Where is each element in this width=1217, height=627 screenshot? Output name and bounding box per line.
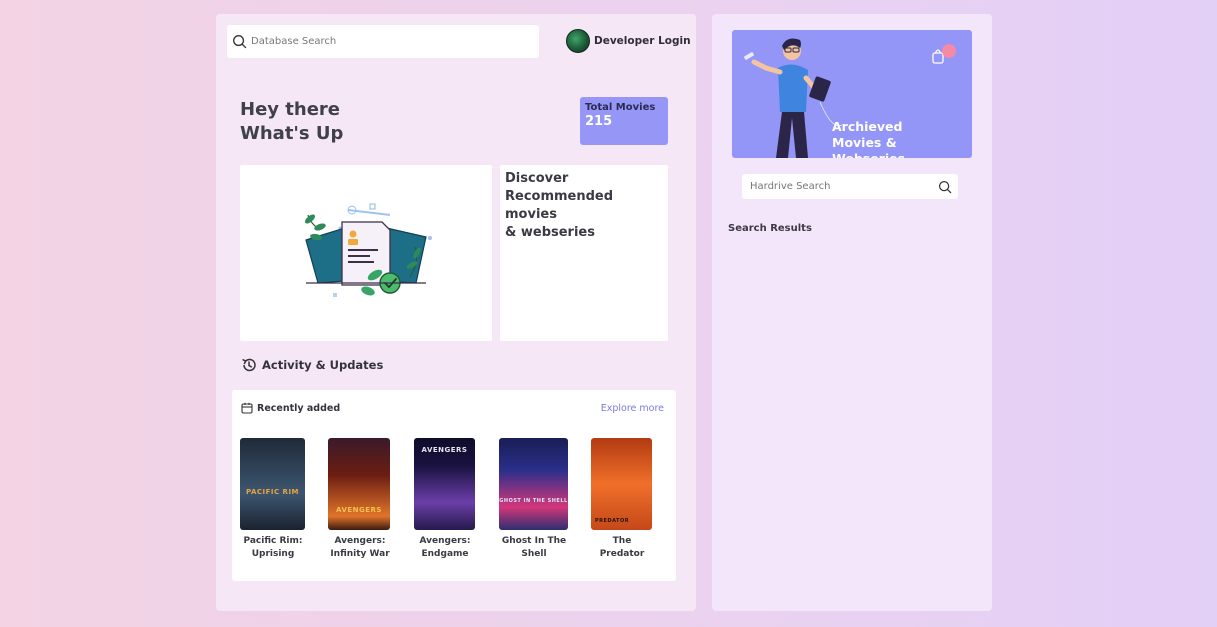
activity-updates-heading: Activity & Updates (241, 357, 383, 373)
movie-title: Avengers: Infinity War (330, 536, 390, 559)
movie-poster: PACIFIC RIM (240, 438, 305, 530)
search-icon (233, 35, 247, 49)
total-movies-card: Total Movies 215 (580, 97, 668, 145)
movie-title: Pacific Rim: Uprising (243, 536, 303, 559)
avatar (566, 29, 590, 53)
poster-title: AVENGERS (421, 446, 468, 454)
banner-line-1: Archieved (832, 119, 903, 134)
illustration-card (240, 165, 492, 341)
history-icon (242, 358, 256, 372)
discover-line-3: & webseries (505, 225, 595, 240)
movie-item[interactable]: GHOST IN THE SHELL Ghost In The Shell (499, 438, 569, 561)
greeting-heading: Hey there What's Up (240, 98, 343, 146)
recently-added-heading: Recently added (241, 402, 340, 414)
movie-item[interactable]: AVENGERS Avengers: Endgame (414, 438, 476, 561)
search-results-label: Search Results (728, 223, 812, 234)
explore-more-link[interactable]: Explore more (601, 403, 664, 414)
hardrive-search-box[interactable] (742, 174, 958, 199)
database-search-box[interactable] (227, 25, 539, 58)
greeting-line-2: What's Up (240, 123, 344, 144)
archive-banner: Archieved Movies & Webseries (732, 30, 972, 158)
poster-title: PREDATOR (595, 518, 630, 524)
calendar-icon (241, 402, 253, 414)
banner-text: Archieved Movies & Webseries (832, 119, 972, 158)
discover-line-1: Discover (505, 171, 569, 186)
recently-added-card: Recently added Explore more PACIFIC RIM … (232, 390, 676, 581)
hardrive-search-input[interactable] (750, 181, 920, 192)
poster-title: GHOST IN THE SHELL (499, 498, 568, 504)
database-search-input[interactable] (251, 36, 521, 47)
greeting-line-1: Hey there (240, 99, 340, 120)
discover-line-2: Recommended movies (505, 189, 614, 222)
main-panel: Developer Login Hey there What's Up Tota… (216, 14, 696, 611)
movie-poster: PREDATOR (591, 438, 652, 530)
movie-item[interactable]: PACIFIC RIM Pacific Rim: Uprising (240, 438, 306, 561)
archive-panel: Archieved Movies & Webseries Search Resu… (712, 14, 992, 611)
poster-title: AVENGERS (336, 506, 382, 514)
total-movies-value: 215 (585, 114, 613, 129)
activity-updates-label: Activity & Updates (262, 358, 384, 372)
movie-title: The Predator (599, 536, 645, 559)
movie-item[interactable]: AVENGERS Avengers: Infinity War (328, 438, 392, 561)
movie-title: Ghost In The Shell (501, 536, 567, 559)
movie-poster: AVENGERS (414, 438, 475, 530)
developer-login-label: Developer Login (594, 35, 691, 47)
certificate-illustration (305, 203, 432, 297)
search-icon[interactable] (938, 180, 952, 194)
discover-card[interactable]: Discover Recommended movies & webseries (500, 165, 668, 341)
movie-title: Avengers: Endgame (419, 536, 471, 559)
poster-title: PACIFIC RIM (245, 488, 300, 496)
movie-poster: AVENGERS (328, 438, 390, 530)
developer-login-button[interactable]: Developer Login (566, 29, 691, 53)
movie-poster: GHOST IN THE SHELL (499, 438, 568, 530)
movie-item[interactable]: PREDATOR The Predator (591, 438, 653, 561)
banner-line-2: Movies & Webseries (832, 135, 905, 158)
total-movies-label: Total Movies (585, 102, 656, 113)
shopping-bag-icon (932, 44, 956, 64)
recently-added-label: Recently added (257, 402, 341, 414)
